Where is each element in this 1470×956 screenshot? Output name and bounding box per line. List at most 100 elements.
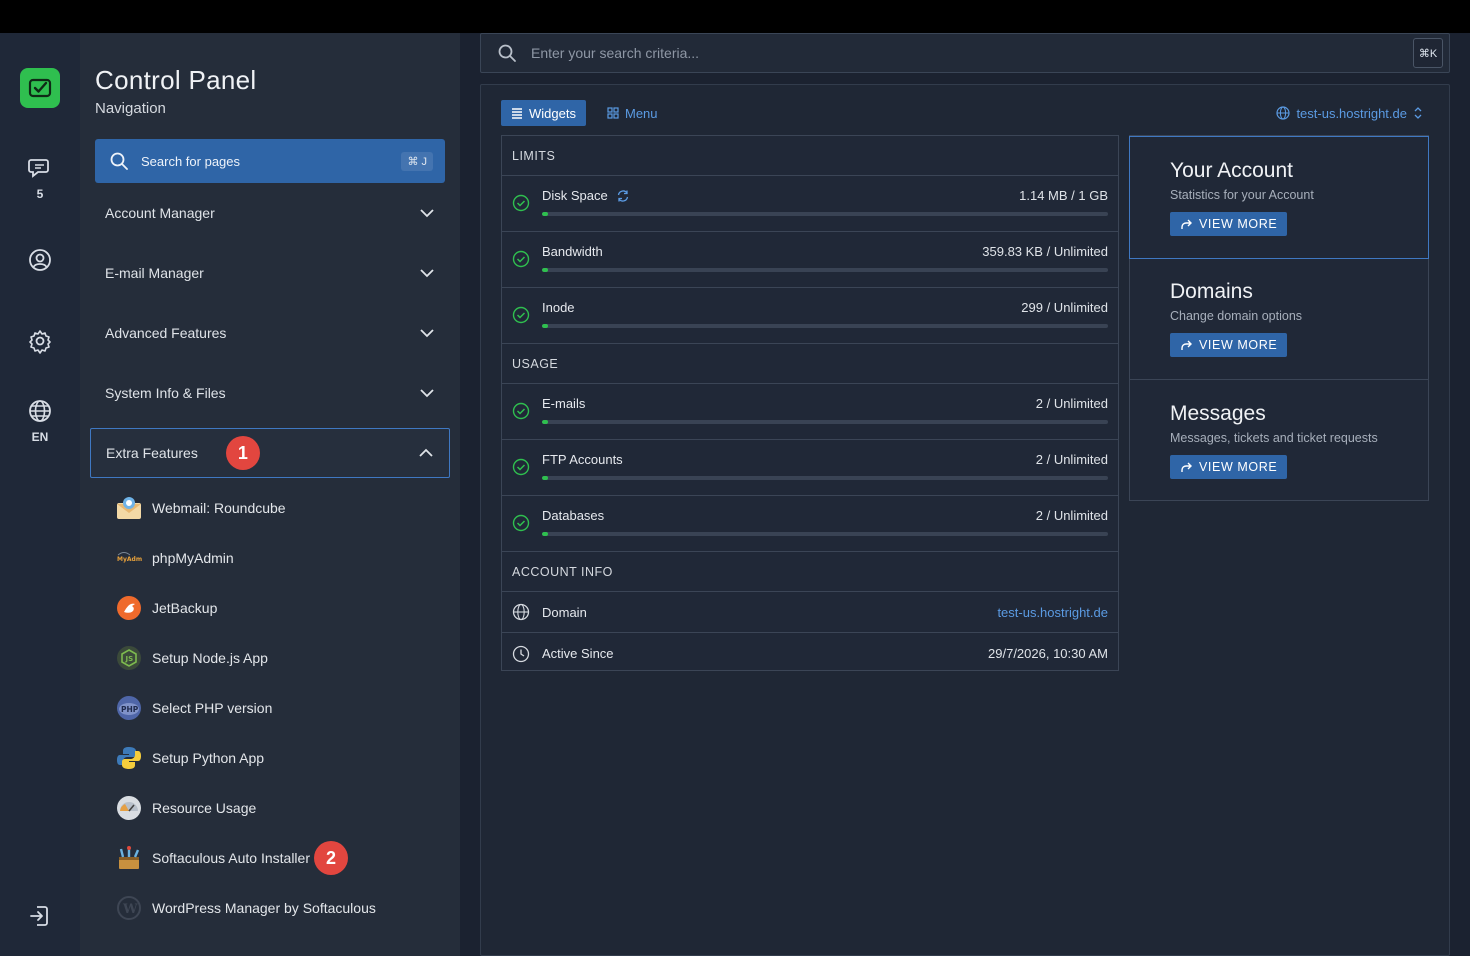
info-label: Domain — [542, 604, 587, 620]
row-value: 299 / Unlimited — [1021, 300, 1108, 315]
card-title: Domains — [1170, 280, 1253, 303]
info-label: Active Since — [542, 646, 614, 661]
check-circle-icon — [512, 458, 530, 476]
step-badge-2: 2 — [314, 841, 348, 875]
wordpress-icon: W — [116, 895, 142, 921]
accordion-email-manager[interactable]: E-mail Manager — [90, 248, 450, 298]
search-icon — [498, 44, 516, 62]
progress-fill — [542, 324, 548, 328]
nodejs-icon: JS — [116, 645, 142, 671]
resource-usage-icon — [116, 795, 142, 821]
logout-rail-button[interactable] — [0, 903, 80, 929]
menu-item-python-app[interactable]: Setup Python App — [116, 738, 436, 778]
disk-space-label: Disk Space — [542, 188, 608, 203]
view-more-button[interactable]: VIEW MORE — [1170, 333, 1288, 357]
menu-item-softaculous[interactable]: Softaculous Auto Installer 2 — [116, 838, 436, 878]
menu-item-php-version[interactable]: PHP Select PHP version — [116, 688, 436, 728]
row-label: E-mails — [542, 396, 586, 411]
refresh-icon[interactable] — [616, 189, 630, 203]
stats-card: LIMITS Disk Space 1.14 MB / 1 GB Bandwid… — [501, 135, 1119, 671]
limit-row-disk-space: Disk Space 1.14 MB / 1 GB — [502, 176, 1118, 232]
page-search-shortcut: ⌘ J — [401, 151, 433, 171]
php-icon: PHP — [116, 695, 142, 721]
card-messages: Messages Messages, tickets and ticket re… — [1130, 380, 1428, 502]
page-search-button[interactable]: Search for pages ⌘ J — [95, 139, 445, 183]
profile-rail-button[interactable] — [0, 247, 80, 273]
domain-selector[interactable]: test-us.hostright.de — [1270, 100, 1429, 126]
chevron-down-icon — [420, 389, 434, 398]
chevron-up-icon — [419, 448, 433, 457]
navigation-panel: Control Panel Navigation Search for page… — [80, 33, 460, 956]
menu-item-webmail-roundcube[interactable]: Webmail: Roundcube — [116, 488, 436, 528]
globe-icon — [1276, 106, 1291, 120]
settings-rail-button[interactable] — [0, 328, 80, 354]
jetbackup-icon — [116, 595, 142, 621]
accordion-account-manager[interactable]: Account Manager — [90, 188, 450, 238]
logo-icon — [28, 78, 52, 98]
language-rail-button[interactable]: EN — [0, 398, 80, 444]
progress-bar — [542, 532, 1108, 536]
check-circle-icon — [512, 194, 530, 212]
accordion-system-info-files[interactable]: System Info & Files — [90, 368, 450, 418]
dashboard-panel: Widgets Menu test-us.hostright.de LIMITS… — [480, 84, 1450, 956]
softaculous-icon — [116, 845, 142, 871]
tab-menu[interactable]: Menu — [597, 100, 668, 126]
menu-item-label: JetBackup — [152, 600, 218, 616]
grid-icon — [607, 107, 619, 119]
messages-count: 5 — [36, 187, 44, 201]
accordion-label: Extra Features — [106, 445, 198, 461]
usage-row-databases: Databases 2 / Unlimited — [502, 496, 1118, 552]
progress-fill — [542, 268, 548, 272]
progress-bar — [542, 324, 1108, 328]
tab-widgets[interactable]: Widgets — [501, 100, 586, 126]
accordion-label: E-mail Manager — [105, 265, 204, 281]
account-info-heading: ACCOUNT INFO — [502, 552, 1118, 592]
list-icon — [512, 108, 522, 119]
view-more-button[interactable]: VIEW MORE — [1170, 455, 1288, 479]
global-search-shortcut: ⌘K — [1413, 38, 1443, 68]
svg-text:MyAdmin: MyAdmin — [117, 556, 142, 563]
progress-bar — [542, 212, 1108, 216]
usage-heading: USAGE — [502, 344, 1118, 384]
chevron-down-icon — [420, 209, 434, 218]
share-arrow-icon — [1181, 340, 1192, 350]
info-row-domain: Domain test-us.hostright.de — [502, 592, 1118, 633]
view-more-button[interactable]: VIEW MORE — [1170, 212, 1288, 236]
domain-link[interactable]: test-us.hostright.de — [997, 605, 1108, 620]
progress-fill — [542, 532, 548, 536]
row-label: Databases — [542, 508, 605, 523]
app-logo[interactable] — [20, 68, 60, 108]
row-value: 2 / Unlimited — [1035, 508, 1108, 523]
logout-icon — [30, 906, 48, 926]
card-subtitle: Change domain options — [1170, 309, 1303, 323]
accordion-extra-features[interactable]: Extra Features 1 — [90, 428, 450, 478]
chevron-down-icon — [420, 329, 434, 338]
global-search-input[interactable]: Enter your search criteria... — [531, 45, 1413, 61]
row-value: 359.83 KB / Unlimited — [982, 244, 1108, 259]
accordion-advanced-features[interactable]: Advanced Features — [90, 308, 450, 358]
menu-item-nodejs-app[interactable]: JS Setup Node.js App — [116, 638, 436, 678]
menu-item-label: Softaculous Auto Installer — [152, 850, 310, 866]
clock-icon — [512, 645, 530, 662]
menu-item-wordpress-manager[interactable]: W WordPress Manager by Softaculous — [116, 888, 436, 928]
menu-item-resource-usage[interactable]: Resource Usage — [116, 788, 436, 828]
menu-item-jetbackup[interactable]: JetBackup — [116, 588, 436, 628]
chat-icon — [28, 159, 49, 178]
menu-item-label: Select PHP version — [152, 700, 273, 716]
card-your-account: Your Account Statistics for your Account… — [1129, 136, 1429, 259]
top-bar — [0, 0, 1470, 33]
progress-fill — [542, 420, 548, 424]
menu-item-label: WordPress Manager by Softaculous — [152, 900, 376, 916]
global-search-bar[interactable]: Enter your search criteria... ⌘K — [480, 33, 1450, 73]
language-label: EN — [31, 430, 49, 444]
row-label: FTP Accounts — [542, 452, 623, 467]
svg-text:W: W — [122, 902, 138, 917]
card-title: Your Account — [1170, 159, 1293, 182]
globe-icon — [512, 603, 530, 621]
messages-rail-button[interactable]: 5 — [0, 155, 80, 201]
share-arrow-icon — [1181, 219, 1192, 229]
menu-item-phpmyadmin[interactable]: MyAdmin phpMyAdmin — [116, 538, 436, 578]
limits-heading: LIMITS — [502, 136, 1118, 176]
navigation-subtitle: Navigation — [95, 100, 166, 117]
chevron-down-icon — [420, 269, 434, 278]
